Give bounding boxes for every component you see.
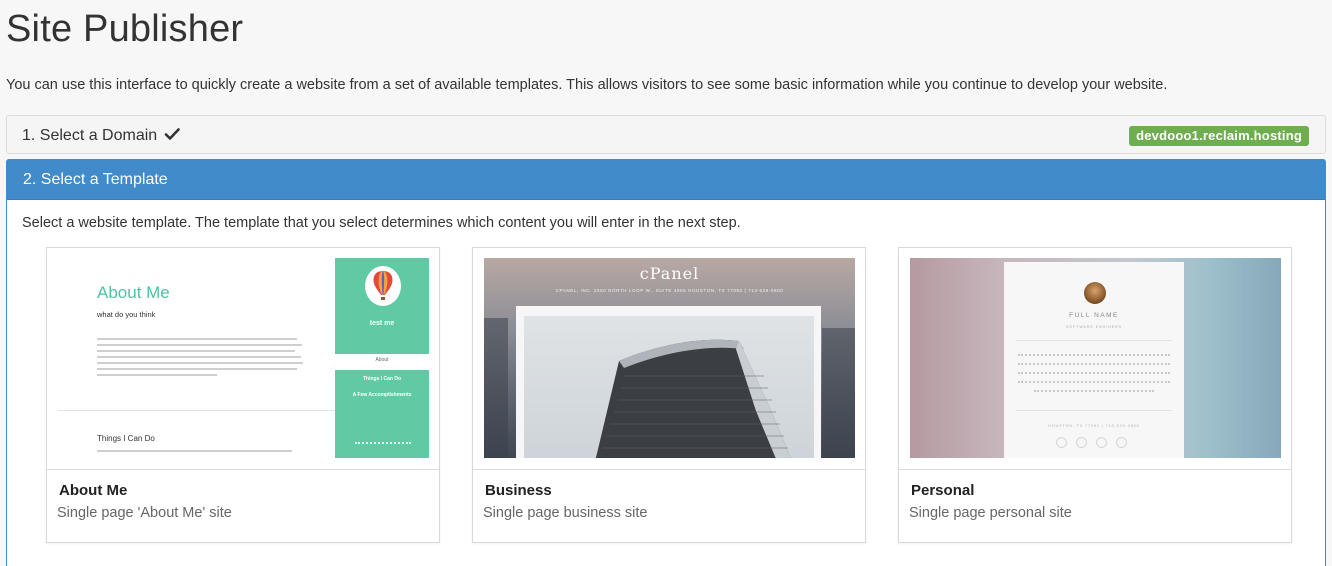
- preview-sidebar-name: test me: [369, 320, 395, 327]
- preview-section-title: Things I Can Do: [97, 434, 155, 443]
- preview-text-line: [97, 450, 297, 452]
- social-icons: [355, 442, 411, 446]
- template-preview-about-me: About Me what do you think Things I Can …: [58, 258, 429, 458]
- preview-divider: [1016, 340, 1172, 341]
- preview-sidebar-item: Things I Can Do: [362, 376, 402, 382]
- template-name: Business: [485, 482, 552, 499]
- template-card-business[interactable]: cPanel CPANEL, INC. 2550 NORTH LOOP W., …: [472, 247, 866, 543]
- preview-divider: [58, 410, 335, 411]
- page-intro: You can use this interface to quickly cr…: [6, 77, 1168, 93]
- twitter-icon: [1096, 437, 1107, 448]
- preview-sidebar-menu: Things I Can Do A Few Accomplishments: [335, 370, 429, 458]
- preview-text-line: [1018, 381, 1170, 383]
- template-description: Single page personal site: [909, 505, 1072, 521]
- template-description: Single page business site: [483, 505, 648, 521]
- mail-icon: [1056, 437, 1067, 448]
- preview-text-lines: [97, 338, 307, 380]
- preview-text-line: [1018, 363, 1170, 365]
- step-select-domain[interactable]: 1. Select a Domain devdooo1.reclaim.host…: [6, 115, 1326, 154]
- card-divider: [47, 469, 439, 470]
- step-domain-label-wrap: 1. Select a Domain: [22, 126, 180, 145]
- preview-tagline: what do you think: [97, 310, 156, 319]
- preview-role: SOFTWARE ENGINEER: [1066, 325, 1122, 329]
- step-domain-label: 1. Select a Domain: [22, 127, 158, 144]
- preview-text-line: [1018, 354, 1170, 356]
- template-description: Single page 'About Me' site: [57, 505, 232, 521]
- template-card-personal[interactable]: FULL NAME SOFTWARE ENGINEER HOUSTON, TX …: [898, 247, 1292, 543]
- preview-sidebar-link: About: [375, 357, 389, 363]
- domain-badge: devdooo1.reclaim.hosting: [1129, 126, 1309, 146]
- avatar: [1084, 282, 1106, 304]
- balloon-icon: [373, 271, 393, 300]
- template-name: About Me: [59, 482, 128, 499]
- template-name: Personal: [911, 482, 975, 499]
- step-template-description: Select a website template. The template …: [22, 215, 741, 231]
- template-preview-business: cPanel CPANEL, INC. 2550 NORTH LOOP W., …: [484, 258, 855, 458]
- skyscraper-image: [524, 316, 814, 458]
- step-select-template-panel: 2. Select a Template Select a website te…: [6, 159, 1326, 566]
- preview-footer: HOUSTON, TX 77092 | 713-529-0800: [1048, 424, 1140, 428]
- page-title: Site Publisher: [6, 8, 244, 50]
- preview-heading: About Me: [97, 283, 170, 302]
- preview-text-line: [1018, 372, 1170, 374]
- skyline-building: [822, 328, 855, 458]
- preview-sidebar-profile: test me: [335, 258, 429, 354]
- preview-full-name: FULL NAME: [1069, 312, 1119, 319]
- preview-brand: cPanel: [639, 264, 700, 283]
- preview-divider: [1016, 410, 1172, 411]
- balloon-avatar: [365, 266, 401, 306]
- card-divider: [899, 469, 1291, 470]
- preview-text-line: [1034, 390, 1154, 392]
- template-card-about-me[interactable]: About Me what do you think Things I Can …: [46, 247, 440, 543]
- template-preview-personal: FULL NAME SOFTWARE ENGINEER HOUSTON, TX …: [910, 258, 1281, 458]
- skyscraper-graphic: [595, 339, 791, 458]
- preview-profile-card: FULL NAME SOFTWARE ENGINEER HOUSTON, TX …: [1004, 262, 1184, 458]
- check-icon: [164, 128, 180, 140]
- github-icon: [1076, 437, 1087, 448]
- card-divider: [473, 469, 865, 470]
- preview-sidebar-item: A Few Accomplishments: [352, 392, 412, 398]
- skyline-building: [484, 318, 508, 458]
- linkedin-icon: [1116, 437, 1127, 448]
- preview-address: CPANEL, INC. 2550 NORTH LOOP W., SUITE 4…: [555, 288, 784, 293]
- step-template-heading[interactable]: 2. Select a Template: [7, 160, 1325, 200]
